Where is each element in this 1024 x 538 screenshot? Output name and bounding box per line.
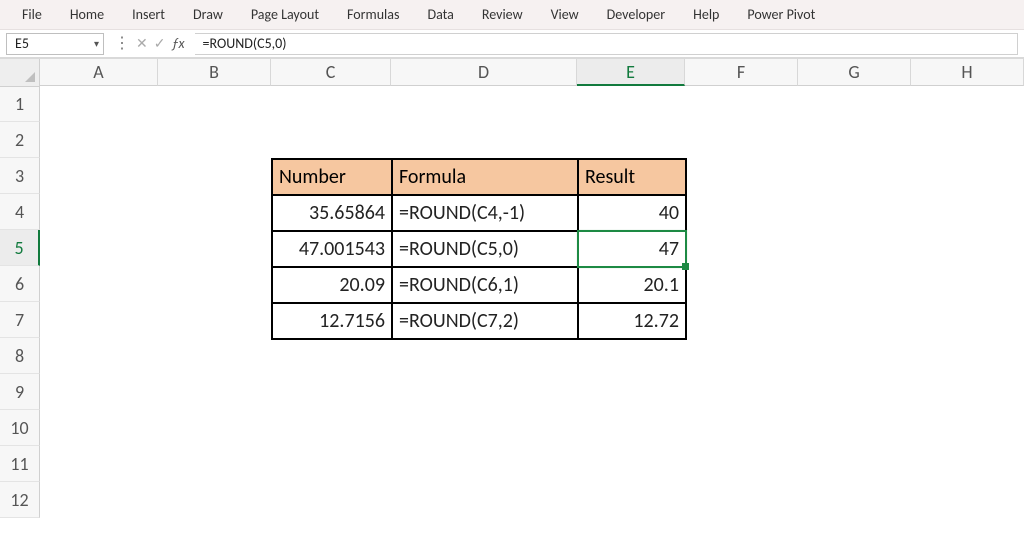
name-box-value: E5 [15, 35, 29, 52]
cells-area[interactable]: Number Formula Result 35.65864 =ROUND(C4… [40, 86, 1024, 538]
header-formula[interactable]: Formula [392, 159, 578, 195]
row-header-3[interactable]: 3 [0, 158, 40, 194]
select-all-triangle[interactable] [0, 59, 40, 87]
tab-review[interactable]: Review [470, 2, 535, 27]
cell-number[interactable]: 47.001543 [272, 231, 392, 267]
row-headers: 123456789101112 [0, 86, 40, 538]
header-number[interactable]: Number [272, 159, 392, 195]
tab-formulas[interactable]: Formulas [335, 2, 411, 27]
column-header-f[interactable]: F [685, 59, 798, 86]
column-header-c[interactable]: C [271, 59, 391, 86]
cancel-icon[interactable]: ✕ [136, 35, 148, 52]
column-header-e[interactable]: E [577, 59, 685, 86]
column-header-h[interactable]: H [911, 59, 1024, 86]
tab-power-pivot[interactable]: Power Pivot [735, 2, 827, 27]
ribbon-tabs: File Home Insert Draw Page Layout Formul… [0, 0, 1024, 30]
cell-formula[interactable]: =ROUND(C4,-1) [392, 195, 578, 231]
tab-data[interactable]: Data [415, 2, 465, 27]
column-header-b[interactable]: B [158, 59, 271, 86]
cell-formula[interactable]: =ROUND(C7,2) [392, 303, 578, 339]
row-header-6[interactable]: 6 [0, 266, 40, 302]
cell-formula[interactable]: =ROUND(C6,1) [392, 267, 578, 303]
row-header-4[interactable]: 4 [0, 194, 40, 230]
row-header-7[interactable]: 7 [0, 302, 40, 338]
tab-draw[interactable]: Draw [181, 2, 235, 27]
table-row: 47.001543 =ROUND(C5,0) 47 [272, 231, 686, 267]
divider-icon: ⋮ [114, 33, 130, 53]
column-header-g[interactable]: G [798, 59, 911, 86]
tab-page-layout[interactable]: Page Layout [239, 2, 331, 27]
formula-text: =ROUND(C5,0) [203, 35, 287, 52]
row-header-2[interactable]: 2 [0, 122, 40, 158]
table-row: 35.65864 =ROUND(C4,-1) 40 [272, 195, 686, 231]
cell-result[interactable]: 12.72 [578, 303, 686, 339]
grid-area: 123456789101112 Number Formula Result 35… [0, 86, 1024, 538]
tab-home[interactable]: Home [58, 2, 116, 27]
cell-number[interactable]: 12.7156 [272, 303, 392, 339]
tab-developer[interactable]: Developer [595, 2, 677, 27]
cell-result[interactable]: 40 [578, 195, 686, 231]
data-table: Number Formula Result 35.65864 =ROUND(C4… [271, 158, 687, 340]
chevron-down-icon[interactable]: ▾ [94, 37, 99, 50]
table-row: 20.09 =ROUND(C6,1) 20.1 [272, 267, 686, 303]
cell-result[interactable]: 20.1 [578, 267, 686, 303]
column-headers: ABCDEFGH [0, 58, 1024, 86]
row-header-1[interactable]: 1 [0, 86, 40, 122]
fx-icon[interactable]: ƒx [171, 35, 184, 52]
tab-view[interactable]: View [539, 2, 591, 27]
row-header-5[interactable]: 5 [0, 230, 40, 266]
table-header-row: Number Formula Result [272, 159, 686, 195]
cell-number[interactable]: 35.65864 [272, 195, 392, 231]
enter-icon[interactable]: ✓ [154, 35, 166, 52]
column-header-a[interactable]: A [40, 59, 158, 86]
name-box[interactable]: E5 ▾ [6, 33, 104, 55]
header-result[interactable]: Result [578, 159, 686, 195]
row-header-9[interactable]: 9 [0, 374, 40, 410]
tab-insert[interactable]: Insert [120, 2, 177, 27]
cell-formula[interactable]: =ROUND(C5,0) [392, 231, 578, 267]
cell-result[interactable]: 47 [578, 231, 686, 267]
row-header-12[interactable]: 12 [0, 482, 40, 518]
formula-input[interactable]: =ROUND(C5,0) [195, 33, 1018, 55]
cell-number[interactable]: 20.09 [272, 267, 392, 303]
row-header-11[interactable]: 11 [0, 446, 40, 482]
column-header-d[interactable]: D [391, 59, 577, 86]
table-row: 12.7156 =ROUND(C7,2) 12.72 [272, 303, 686, 339]
tab-help[interactable]: Help [681, 2, 731, 27]
row-header-10[interactable]: 10 [0, 410, 40, 446]
formula-bar-row: E5 ▾ ⋮ ✕ ✓ ƒx =ROUND(C5,0) [0, 30, 1024, 58]
formula-bar-controls: ⋮ ✕ ✓ ƒx [110, 34, 189, 54]
tab-file[interactable]: File [10, 2, 54, 27]
row-header-8[interactable]: 8 [0, 338, 40, 374]
